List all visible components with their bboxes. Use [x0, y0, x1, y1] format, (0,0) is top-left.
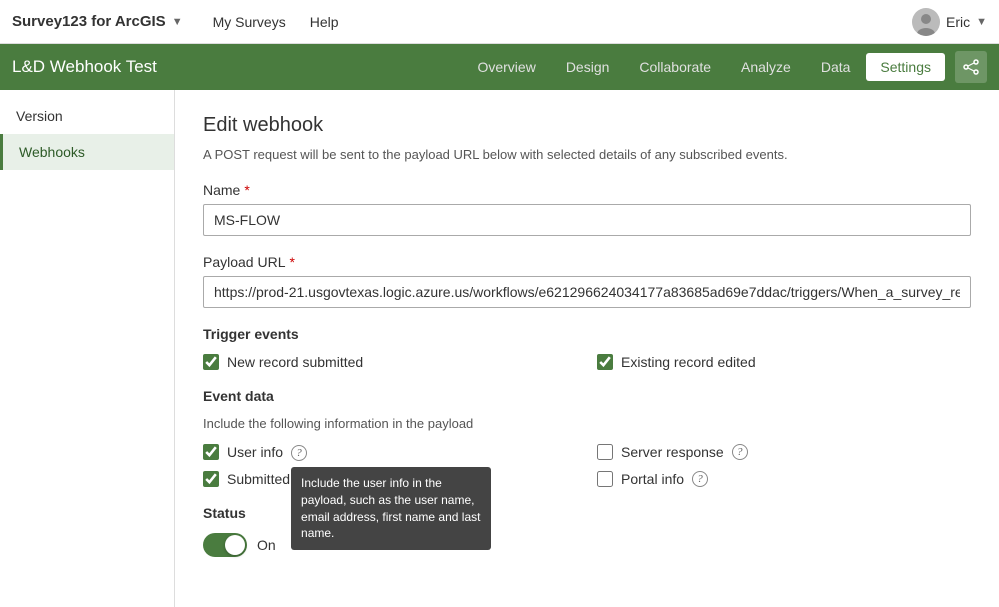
- toggle-container: On: [203, 533, 971, 557]
- checkbox-new-record-input[interactable]: [203, 354, 219, 370]
- event-data-desc: Include the following information in the…: [203, 416, 971, 431]
- page-description: A POST request will be sent to the paylo…: [203, 147, 971, 162]
- status-title: Status: [203, 505, 971, 521]
- sidebar-item-version[interactable]: Version: [0, 98, 174, 134]
- checkbox-portal-info[interactable]: Portal info ?: [597, 471, 971, 487]
- sidebar-item-webhooks[interactable]: Webhooks: [0, 134, 174, 170]
- event-data-section: Event data Include the following informa…: [203, 388, 971, 487]
- tab-data[interactable]: Data: [807, 53, 865, 81]
- logo-text: Survey123 for ArcGIS: [12, 13, 166, 30]
- top-nav-bar: Survey123 for ArcGIS ▼ My Surveys Help E…: [0, 0, 999, 44]
- submitted-record-help-icon[interactable]: ?: [342, 471, 358, 487]
- portal-info-help-icon[interactable]: ?: [692, 471, 708, 487]
- checkbox-server-response-input[interactable]: [597, 444, 613, 460]
- checkbox-user-info[interactable]: User info ? Include the user info in the…: [203, 443, 577, 461]
- footer-buttons: Save Cancel: [203, 587, 971, 607]
- tab-overview[interactable]: Overview: [463, 53, 549, 81]
- payload-url-input[interactable]: [203, 276, 971, 308]
- tab-analyze[interactable]: Analyze: [727, 53, 805, 81]
- avatar: [912, 8, 940, 36]
- checkbox-existing-record-input[interactable]: [597, 354, 613, 370]
- payload-url-required-star: *: [290, 254, 295, 270]
- nav-link-help[interactable]: Help: [300, 10, 349, 34]
- checkbox-server-response[interactable]: Server response ?: [597, 443, 971, 461]
- payload-url-form-group: Payload URL *: [203, 254, 971, 308]
- trigger-events-grid: New record submitted Existing record edi…: [203, 354, 971, 370]
- share-icon: [963, 59, 979, 75]
- user-chevron-icon: ▼: [976, 16, 987, 28]
- page-title: Edit webhook: [203, 114, 971, 137]
- main-layout: Version Webhooks Edit webhook A POST req…: [0, 90, 999, 607]
- main-content: Edit webhook A POST request will be sent…: [175, 90, 999, 607]
- payload-url-label: Payload URL *: [203, 254, 971, 270]
- checkbox-submitted-record[interactable]: Submitted record ?: [203, 471, 577, 487]
- trigger-events-section: Trigger events New record submitted Exis…: [203, 326, 971, 370]
- status-toggle[interactable]: [203, 533, 247, 557]
- name-input[interactable]: [203, 204, 971, 236]
- sidebar: Version Webhooks: [0, 90, 175, 607]
- server-response-help-icon[interactable]: ?: [732, 444, 748, 460]
- checkbox-user-info-input[interactable]: [203, 444, 219, 460]
- user-name: Eric: [946, 14, 970, 30]
- toggle-knob: [225, 535, 245, 555]
- name-form-group: Name *: [203, 182, 971, 236]
- survey-nav-bar: L&D Webhook Test Overview Design Collabo…: [0, 44, 999, 90]
- top-nav-links: My Surveys Help: [203, 10, 912, 34]
- event-data-grid: User info ? Include the user info in the…: [203, 443, 971, 487]
- status-label: On: [257, 537, 276, 553]
- checkbox-portal-info-input[interactable]: [597, 471, 613, 487]
- tab-collaborate[interactable]: Collaborate: [625, 53, 725, 81]
- checkbox-submitted-record-input[interactable]: [203, 471, 219, 487]
- checkbox-existing-record-edited[interactable]: Existing record edited: [597, 354, 971, 370]
- share-button[interactable]: [955, 51, 987, 83]
- user-info-help-container: ? Include the user info in the payload, …: [291, 443, 307, 461]
- user-info-help-icon[interactable]: ?: [291, 445, 307, 461]
- name-label: Name *: [203, 182, 971, 198]
- event-data-title: Event data: [203, 388, 971, 404]
- tab-settings[interactable]: Settings: [866, 53, 945, 81]
- checkbox-new-record-submitted[interactable]: New record submitted: [203, 354, 577, 370]
- nav-link-my-surveys[interactable]: My Surveys: [203, 10, 296, 34]
- status-section: Status On: [203, 505, 971, 557]
- survey-title: L&D Webhook Test: [12, 57, 463, 77]
- name-required-star: *: [244, 182, 249, 198]
- survey-nav-links: Overview Design Collaborate Analyze Data…: [463, 51, 987, 83]
- tab-design[interactable]: Design: [552, 53, 624, 81]
- app-logo[interactable]: Survey123 for ArcGIS ▼: [12, 13, 183, 30]
- user-menu[interactable]: Eric ▼: [912, 8, 987, 36]
- logo-chevron-icon: ▼: [172, 16, 183, 28]
- trigger-events-title: Trigger events: [203, 326, 971, 342]
